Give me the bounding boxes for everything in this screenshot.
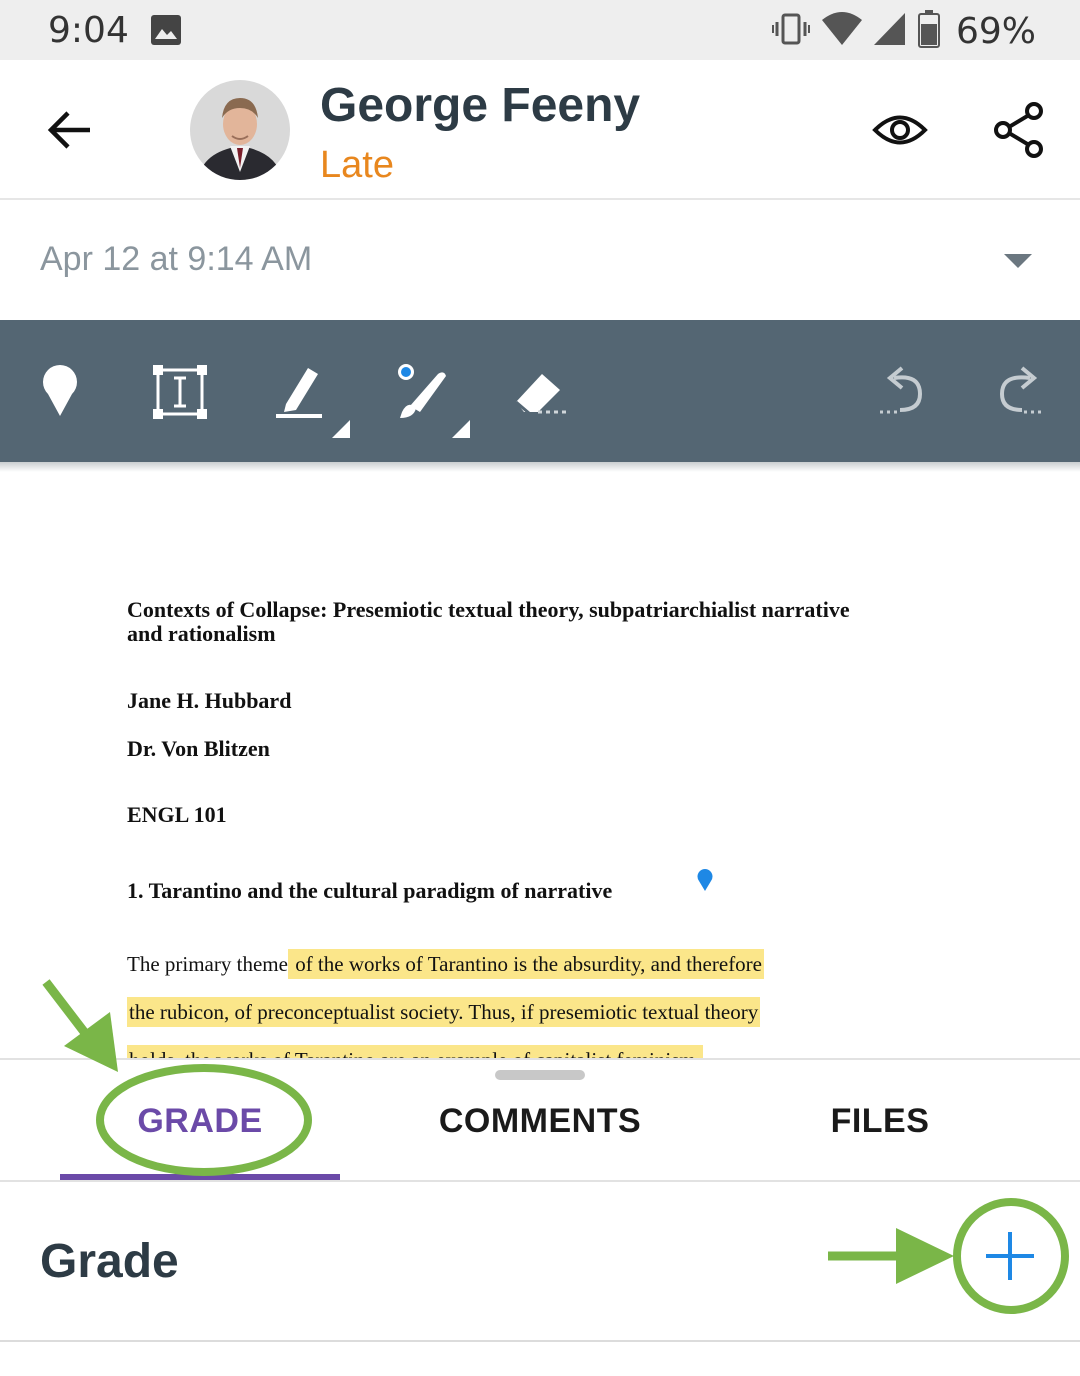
submission-date: Apr 12 at 9:14 AM	[40, 240, 313, 278]
active-tab-indicator	[60, 1174, 340, 1180]
redo-icon[interactable]	[990, 360, 1054, 424]
document-paragraph-line-1: The primary theme of the works of Tarant…	[127, 949, 764, 979]
late-status-label: Late	[320, 144, 394, 186]
grade-label: Grade	[40, 1235, 179, 1288]
highlighted-text[interactable]: of the works of Tarantino is the absurdi…	[287, 949, 764, 979]
tab-files[interactable]: FILES	[700, 1060, 1060, 1180]
toolbar-shadow	[0, 462, 1080, 472]
tab-grade[interactable]: GRADE	[20, 1060, 380, 1180]
battery-icon	[917, 10, 940, 53]
dropdown-caret-icon	[1004, 254, 1032, 268]
plain-text: The primary theme	[127, 952, 288, 976]
student-name: George Feeny	[320, 79, 641, 132]
document-author: Jane H. Hubbard	[127, 688, 292, 713]
document-course: ENGL 101	[127, 802, 227, 827]
document-heading: 1. Tarantino and the cultural paradigm o…	[127, 878, 613, 903]
share-button[interactable]	[990, 100, 1050, 160]
view-as-student-button[interactable]	[870, 105, 930, 155]
back-arrow-icon	[47, 111, 90, 149]
pin-icon[interactable]	[28, 360, 92, 424]
share-icon	[994, 102, 1043, 158]
add-grade-button[interactable]	[978, 1224, 1042, 1288]
grade-panel: Grade	[0, 1182, 1080, 1342]
eraser-icon[interactable]	[508, 360, 572, 424]
highlighter-icon[interactable]	[270, 360, 350, 438]
signal-icon	[873, 12, 906, 51]
plus-icon	[986, 1232, 1034, 1280]
photo-icon	[150, 14, 182, 51]
back-button[interactable]	[40, 100, 100, 160]
document-paragraph-line-2: the rubicon, of preconceptualist society…	[127, 997, 761, 1027]
wifi-icon	[821, 12, 862, 51]
submission-date-selector[interactable]: Apr 12 at 9:14 AM	[0, 202, 1080, 320]
tab-comments[interactable]: COMMENTS	[360, 1060, 720, 1180]
text-box-icon[interactable]	[148, 360, 212, 424]
vibrate-icon	[771, 12, 810, 51]
status-icons: 69%	[771, 10, 1036, 53]
brush-icon[interactable]	[390, 360, 470, 438]
battery-percent: 69%	[955, 11, 1036, 52]
document-instructor: Dr. Von Blitzen	[127, 736, 270, 761]
annotation-pin-marker[interactable]	[696, 868, 714, 897]
undo-icon[interactable]	[872, 360, 936, 424]
document-title: Contexts of Collapse: Presemiotic textua…	[127, 597, 850, 646]
submission-header: George Feeny Late	[0, 60, 1080, 200]
highlighted-text[interactable]: the rubicon, of preconceptualist society…	[127, 997, 761, 1027]
avatar	[190, 80, 290, 180]
status-bar: 9:04 69%	[0, 0, 1080, 60]
annotation-toolbar	[0, 320, 1080, 462]
document-preview[interactable]: Contexts of Collapse: Presemiotic textua…	[0, 472, 1080, 1060]
tab-bar: GRADE COMMENTS FILES	[0, 1058, 1080, 1182]
eye-icon	[872, 115, 928, 145]
status-time: 9:04	[48, 10, 129, 51]
